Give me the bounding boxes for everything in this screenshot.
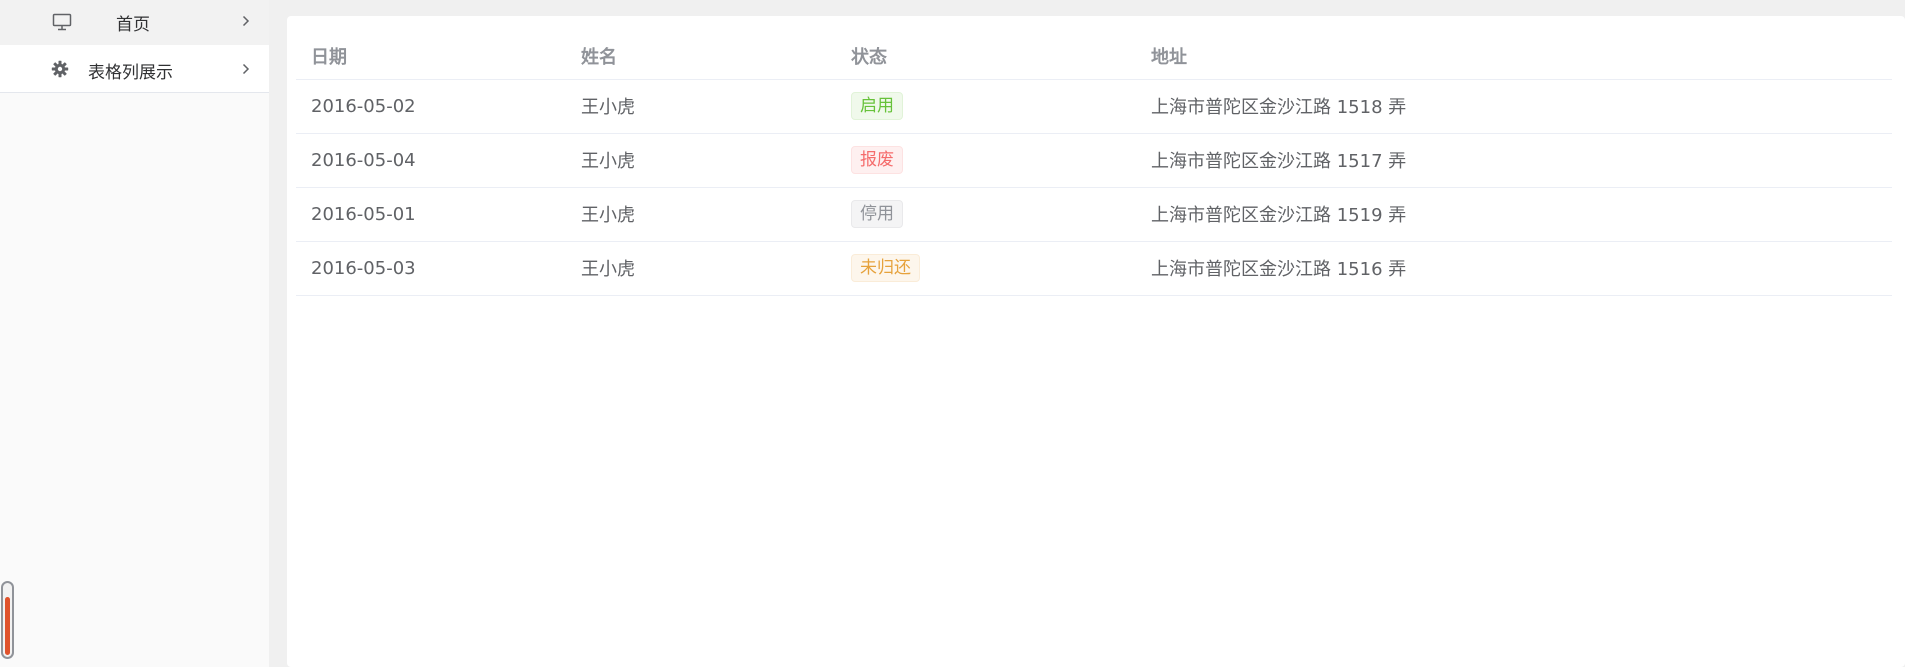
status-badge: 停用 xyxy=(851,200,903,228)
table-header-row: 日期 姓名 状态 地址 xyxy=(296,33,1892,80)
sidebar-item-label: 首页 xyxy=(116,15,150,35)
status-badge: 报废 xyxy=(851,146,903,174)
cell-address: 上海市普陀区金沙江路 1517 弄 xyxy=(1136,133,1892,188)
cell-status: 启用 xyxy=(836,79,1136,134)
chevron-right-icon xyxy=(241,62,251,76)
cell-date: 2016-05-02 xyxy=(296,79,566,134)
gear-icon xyxy=(50,59,70,79)
cell-status: 未归还 xyxy=(836,241,1136,296)
column-header-date[interactable]: 日期 xyxy=(296,33,566,80)
table-row[interactable]: 2016-05-03 王小虎 未归还 上海市普陀区金沙江路 1516 弄 xyxy=(296,241,1892,296)
column-header-name[interactable]: 姓名 xyxy=(566,33,836,80)
sidebar-item-label: 表格列展示 xyxy=(88,63,173,83)
table-row[interactable]: 2016-05-04 王小虎 报废 上海市普陀区金沙江路 1517 弄 xyxy=(296,133,1892,188)
sidebar-item-table-columns[interactable]: 表格列展示 xyxy=(0,45,269,93)
cell-name: 王小虎 xyxy=(566,241,836,296)
data-table: 日期 姓名 状态 地址 2016-05-02 王小虎 启用 上海市普陀区金沙江路… xyxy=(296,33,1892,296)
table-row[interactable]: 2016-05-01 王小虎 停用 上海市普陀区金沙江路 1519 弄 xyxy=(296,187,1892,242)
monitor-icon xyxy=(51,12,73,32)
table-card: 日期 姓名 状态 地址 2016-05-02 王小虎 启用 上海市普陀区金沙江路… xyxy=(287,16,1905,667)
status-badge: 启用 xyxy=(851,92,903,120)
cell-date: 2016-05-01 xyxy=(296,187,566,242)
cell-date: 2016-05-03 xyxy=(296,241,566,296)
cell-status: 停用 xyxy=(836,187,1136,242)
column-header-status[interactable]: 状态 xyxy=(836,33,1136,80)
cell-address: 上海市普陀区金沙江路 1518 弄 xyxy=(1136,79,1892,134)
column-header-address[interactable]: 地址 xyxy=(1136,33,1892,80)
cell-address: 上海市普陀区金沙江路 1516 弄 xyxy=(1136,241,1892,296)
cell-date: 2016-05-04 xyxy=(296,133,566,188)
scroll-indicator-fill xyxy=(5,597,10,655)
cell-name: 王小虎 xyxy=(566,133,836,188)
cell-address: 上海市普陀区金沙江路 1519 弄 xyxy=(1136,187,1892,242)
table-row[interactable]: 2016-05-02 王小虎 启用 上海市普陀区金沙江路 1518 弄 xyxy=(296,79,1892,134)
cell-name: 王小虎 xyxy=(566,187,836,242)
sidebar: 首页 表格列展示 xyxy=(0,0,269,667)
scroll-indicator[interactable] xyxy=(1,581,14,659)
status-badge: 未归还 xyxy=(851,254,920,282)
sidebar-item-home[interactable]: 首页 xyxy=(0,0,269,45)
cell-name: 王小虎 xyxy=(566,79,836,134)
chevron-right-icon xyxy=(241,14,251,28)
cell-status: 报废 xyxy=(836,133,1136,188)
